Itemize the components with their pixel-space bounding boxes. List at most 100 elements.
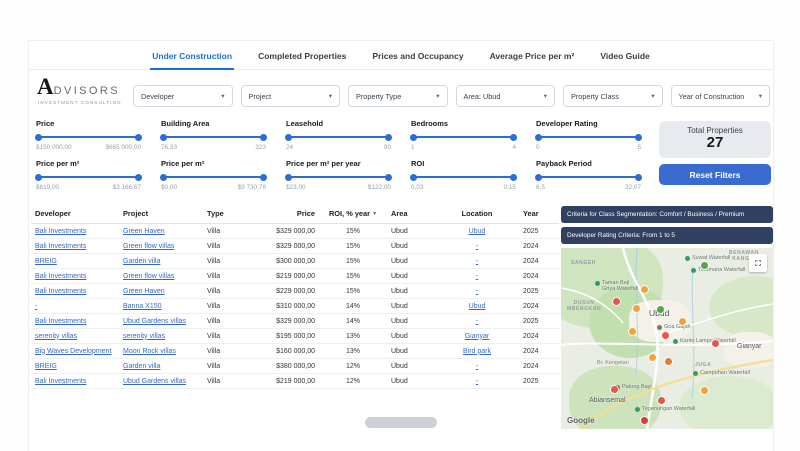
property-marker[interactable] xyxy=(649,354,656,361)
slider-track[interactable] xyxy=(286,173,391,181)
project-link[interactable]: Garden villa xyxy=(123,258,160,265)
tab-prices-and-occupancy[interactable]: Prices and Occupancy xyxy=(370,48,465,69)
property-marker[interactable] xyxy=(662,332,669,339)
map-label-goa-gajah[interactable]: Goa Gajah xyxy=(657,324,691,330)
slider-handle-max[interactable] xyxy=(385,134,392,141)
project-link[interactable]: Garden villa xyxy=(123,363,160,370)
property-marker[interactable] xyxy=(658,397,665,404)
developer-link[interactable]: serenity villas xyxy=(35,333,77,340)
map-label-taman-beji-griya-waterfall[interactable]: Taman Beji Griya Waterfall xyxy=(595,280,638,292)
location-link[interactable]: - xyxy=(476,243,478,250)
developer-link[interactable]: Bali Investments xyxy=(35,243,86,250)
slider-handle-min[interactable] xyxy=(160,134,167,141)
slider-handle-max[interactable] xyxy=(510,134,517,141)
col-type[interactable]: Type xyxy=(203,204,247,224)
map-label-gianyar[interactable]: Gianyar xyxy=(737,343,762,350)
location-link[interactable]: Bird park xyxy=(463,348,491,355)
col-roi[interactable]: ROI, % year ▼ xyxy=(319,204,387,224)
location-link[interactable]: - xyxy=(476,363,478,370)
filter-project[interactable]: Project▾ xyxy=(241,85,341,107)
slider-track[interactable] xyxy=(161,133,266,141)
filter-property-type[interactable]: Property Type▾ xyxy=(348,85,448,107)
developer-link[interactable]: Bali Investments xyxy=(35,228,86,235)
filter-property-class[interactable]: Property Class▾ xyxy=(563,85,663,107)
slider-handle-max[interactable] xyxy=(510,174,517,181)
map-label-tegenungan-waterfall[interactable]: Tegenungan Waterfall xyxy=(635,406,695,412)
col-developer[interactable]: Developer xyxy=(31,204,119,224)
project-link[interactable]: Ubud Gardens villas xyxy=(123,318,186,325)
project-link[interactable]: Ubud Gardens villas xyxy=(123,378,186,385)
project-link[interactable]: serenity villas xyxy=(123,333,165,340)
property-marker[interactable] xyxy=(633,305,640,312)
project-link[interactable]: Green Haven xyxy=(123,288,165,295)
tab-completed-properties[interactable]: Completed Properties xyxy=(256,48,348,69)
location-link[interactable]: - xyxy=(476,273,478,280)
map[interactable]: SANGEHBENAWAH KANGINSuwat WaterfallTibum… xyxy=(561,248,773,429)
location-link[interactable]: - xyxy=(476,378,478,385)
project-link[interactable]: Green Haven xyxy=(123,228,165,235)
slider-track[interactable] xyxy=(36,173,141,181)
map-label-patung-bayi[interactable]: Patung Bayi xyxy=(615,384,652,390)
developer-link[interactable]: BREIG xyxy=(35,258,57,265)
slider-track[interactable] xyxy=(161,173,266,181)
property-marker[interactable] xyxy=(611,386,618,393)
slider-handle-min[interactable] xyxy=(535,134,542,141)
property-marker[interactable] xyxy=(701,387,708,394)
slider-handle-min[interactable] xyxy=(535,174,542,181)
project-link[interactable]: Moon Rock villas xyxy=(123,348,176,355)
slider-handle-min[interactable] xyxy=(410,134,417,141)
slider-track[interactable] xyxy=(411,133,516,141)
developer-link[interactable]: Big Waves Development xyxy=(35,348,111,355)
map-label-tibumana-waterfall[interactable]: Tibumana Waterfall xyxy=(691,267,745,273)
property-marker[interactable] xyxy=(641,286,648,293)
filter-year-of-construction[interactable]: Year of Construction▾ xyxy=(671,85,771,107)
slider-handle-max[interactable] xyxy=(635,174,642,181)
property-marker[interactable] xyxy=(701,262,708,269)
map-label-campuhan-waterfall[interactable]: Campuhan Waterfall xyxy=(693,370,750,376)
slider-handle-max[interactable] xyxy=(135,134,142,141)
developer-link[interactable]: Bali Investments xyxy=(35,273,86,280)
slider-track[interactable] xyxy=(536,133,641,141)
location-link[interactable]: Ubud xyxy=(469,303,486,310)
col-project[interactable]: Project xyxy=(119,204,203,224)
developer-link[interactable]: Bali Investments xyxy=(35,318,86,325)
reset-filters-button[interactable]: Reset Filters xyxy=(659,164,771,185)
slider-handle-max[interactable] xyxy=(385,174,392,181)
developer-link[interactable]: BREIG xyxy=(35,363,57,370)
filter-area-ubud[interactable]: Area: Ubud▾ xyxy=(456,85,556,107)
location-link[interactable]: Gianyar xyxy=(465,333,490,340)
slider-handle-min[interactable] xyxy=(285,134,292,141)
developer-link[interactable]: - xyxy=(35,303,37,310)
developer-link[interactable]: Bali Investments xyxy=(35,288,86,295)
fullscreen-button[interactable] xyxy=(749,254,767,272)
tab-under-construction[interactable]: Under Construction xyxy=(150,48,234,70)
slider-handle-max[interactable] xyxy=(635,134,642,141)
location-link[interactable]: - xyxy=(476,258,478,265)
slider-handle-min[interactable] xyxy=(410,174,417,181)
slider-handle-min[interactable] xyxy=(160,174,167,181)
map-label-suwat-waterfall[interactable]: Suwat Waterfall xyxy=(685,255,730,261)
col-year[interactable]: Year xyxy=(519,204,559,224)
col-area[interactable]: Area xyxy=(387,204,435,224)
project-link[interactable]: Banna X150 xyxy=(123,303,162,310)
slider-track[interactable] xyxy=(286,133,391,141)
col-price[interactable]: Price xyxy=(247,204,319,224)
property-marker[interactable] xyxy=(657,306,664,313)
tab-average-price-per-m[interactable]: Average Price per m² xyxy=(488,48,577,69)
location-link[interactable]: - xyxy=(476,288,478,295)
slider-handle-min[interactable] xyxy=(285,174,292,181)
filter-developer[interactable]: Developer▾ xyxy=(133,85,233,107)
slider-handle-max[interactable] xyxy=(260,134,267,141)
tab-video-guide[interactable]: Video Guide xyxy=(598,48,651,69)
slider-handle-max[interactable] xyxy=(260,174,267,181)
horizontal-scrollbar[interactable] xyxy=(365,417,437,428)
slider-track[interactable] xyxy=(536,173,641,181)
property-marker[interactable] xyxy=(629,328,636,335)
property-marker[interactable] xyxy=(613,298,620,305)
slider-track[interactable] xyxy=(36,133,141,141)
map-label-abiansemal[interactable]: Abiansemal xyxy=(589,397,626,404)
project-link[interactable]: Green flow villas xyxy=(123,273,174,280)
property-marker[interactable] xyxy=(641,417,648,424)
col-location[interactable]: Location xyxy=(435,204,519,224)
property-marker[interactable] xyxy=(665,358,672,365)
